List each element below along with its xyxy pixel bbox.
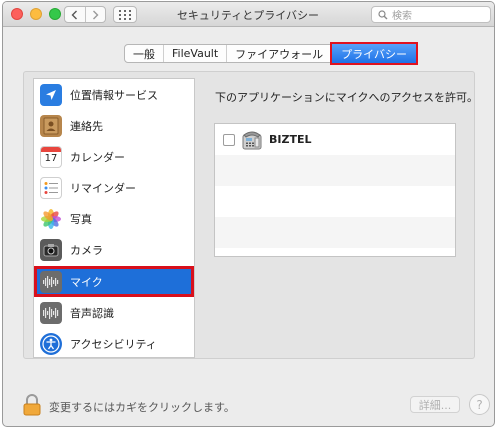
grid-icon bbox=[119, 9, 131, 20]
sidebar-item-label: カレンダー bbox=[70, 150, 125, 164]
sidebar-item-reminders[interactable]: リマインダー bbox=[34, 172, 194, 203]
sidebar-item-photos[interactable]: 写真 bbox=[34, 203, 194, 234]
show-all-button[interactable] bbox=[113, 6, 137, 23]
window-title: セキュリティとプライバシー bbox=[176, 9, 320, 22]
chevron-left-icon bbox=[71, 10, 78, 19]
sidebar-item-label: 写真 bbox=[70, 212, 92, 226]
sidebar-item-camera[interactable]: カメラ bbox=[34, 234, 194, 265]
app-list: BIZTEL bbox=[214, 123, 456, 257]
app-row-empty bbox=[215, 186, 455, 217]
close-window-button[interactable] bbox=[11, 8, 23, 20]
preferences-window: セキュリティとプライバシー 検索 一般 FileVault ファイアウォール プ… bbox=[2, 1, 495, 427]
sidebar-item-label: 位置情報サービス bbox=[70, 88, 158, 102]
location-icon bbox=[40, 83, 62, 106]
microphone-icon bbox=[40, 270, 62, 293]
sidebar-item-label: マイク bbox=[70, 275, 103, 289]
app-name: BIZTEL bbox=[269, 133, 312, 146]
search-placeholder: 検索 bbox=[392, 11, 412, 22]
advanced-button[interactable]: 詳細... bbox=[410, 396, 460, 413]
minimize-window-button[interactable] bbox=[30, 8, 42, 20]
sidebar-item-label: カメラ bbox=[70, 243, 103, 257]
sidebar-item-calendar[interactable]: 17 カレンダー bbox=[34, 141, 194, 172]
help-button[interactable]: ? bbox=[469, 394, 490, 415]
contacts-icon bbox=[40, 114, 62, 137]
lock-hint-text: 変更するにはカギをクリックします。 bbox=[49, 401, 235, 414]
sidebar-item-microphone[interactable]: マイク bbox=[34, 266, 194, 297]
access-description: 下のアプリケーションにマイクへのアクセスを許可。 bbox=[215, 91, 479, 104]
sidebar-item-label: リマインダー bbox=[70, 181, 136, 195]
calendar-icon: 17 bbox=[40, 145, 62, 168]
tab-general[interactable]: 一般 bbox=[125, 45, 163, 62]
sidebar-item-accessibility[interactable]: アクセシビリティ bbox=[34, 328, 194, 359]
footer-bar: 変更するにはカギをクリックします。 詳細... ? bbox=[3, 384, 494, 424]
forward-button[interactable] bbox=[84, 7, 106, 22]
sidebar-item-contacts[interactable]: 連絡先 bbox=[34, 110, 194, 141]
app-row-empty bbox=[215, 155, 455, 186]
back-button[interactable] bbox=[65, 7, 85, 22]
zoom-window-button[interactable] bbox=[49, 8, 61, 20]
title-bar: セキュリティとプライバシー 検索 bbox=[3, 2, 494, 27]
sidebar-item-label: 音声認識 bbox=[70, 306, 114, 320]
app-row: BIZTEL bbox=[215, 124, 455, 155]
app-permission-checkbox[interactable] bbox=[223, 133, 235, 146]
lock-button[interactable] bbox=[23, 394, 41, 419]
tab-bar: 一般 FileVault ファイアウォール プライバシー bbox=[124, 42, 418, 65]
search-field[interactable]: 検索 bbox=[371, 6, 491, 23]
tab-privacy[interactable]: プライバシー bbox=[330, 42, 418, 65]
chevron-right-icon bbox=[92, 10, 99, 19]
navigation-buttons bbox=[64, 6, 106, 23]
search-icon bbox=[378, 9, 388, 19]
tab-firewall[interactable]: ファイアウォール bbox=[226, 45, 331, 62]
sidebar-item-label: 連絡先 bbox=[70, 119, 103, 133]
privacy-category-list: 位置情報サービス 連絡先 17 カレンダー リマインダー 写真 カメラ マイク … bbox=[33, 78, 195, 358]
lock-icon bbox=[23, 394, 41, 416]
sidebar-item-location-services[interactable]: 位置情報サービス bbox=[34, 79, 194, 110]
photos-icon bbox=[40, 207, 62, 230]
accessibility-icon bbox=[40, 332, 62, 355]
tab-filevault[interactable]: FileVault bbox=[163, 45, 226, 62]
reminders-icon bbox=[40, 176, 62, 199]
calendar-icon-date: 17 bbox=[44, 152, 58, 164]
sidebar-item-speech-recognition[interactable]: 音声認識 bbox=[34, 297, 194, 328]
camera-icon bbox=[40, 238, 62, 261]
app-row-empty bbox=[215, 217, 455, 248]
speech-recognition-icon bbox=[40, 301, 62, 324]
sidebar-item-label: アクセシビリティ bbox=[70, 337, 157, 351]
phone-icon bbox=[241, 129, 263, 151]
